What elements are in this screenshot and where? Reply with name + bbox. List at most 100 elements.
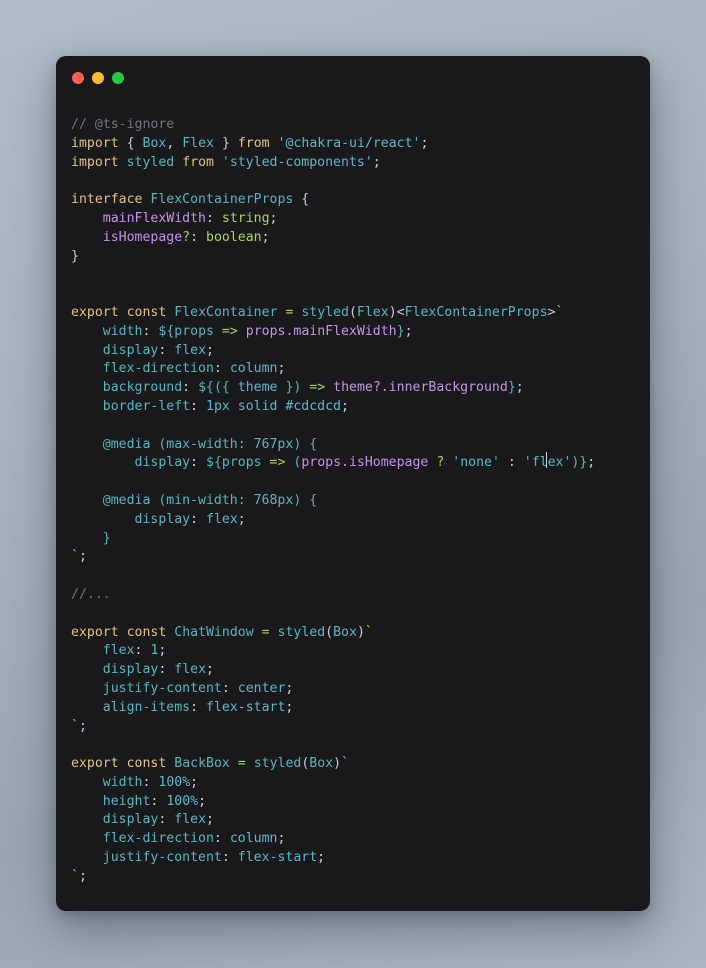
keyword-const: const (126, 756, 167, 772)
css-value-flex: flex (174, 662, 207, 678)
colon: : (158, 662, 167, 678)
semicolon: ; (237, 511, 246, 527)
semicolon: ; (285, 680, 294, 696)
string-flex-with-caret[interactable]: 'flex' (524, 452, 571, 473)
colon: : (182, 380, 191, 396)
css-property-height: height (102, 793, 151, 809)
media-query-min-width: @media (min-width: 768px) { (102, 492, 318, 508)
colon: : (221, 850, 230, 866)
template-expr-open: ${props (206, 455, 262, 471)
colon: : (190, 699, 199, 715)
colon: : (190, 455, 199, 471)
css-property-flex-direction: flex-direction (102, 831, 214, 847)
semicolon: ; (198, 793, 207, 809)
close-window-icon[interactable] (72, 72, 84, 84)
css-value-flex-start: flex-start (237, 850, 318, 866)
keyword-from: from (182, 154, 214, 170)
keyword-export: export (71, 756, 119, 772)
semicolon: ; (190, 774, 199, 790)
css-value-column: column (229, 361, 278, 377)
semicolon: ; (372, 154, 381, 170)
maximize-window-icon[interactable] (112, 72, 124, 84)
identifier-box: Box (309, 756, 334, 772)
brace-close: } (221, 135, 230, 151)
keyword-import: import (71, 135, 119, 151)
semicolon: ; (78, 868, 87, 884)
css-property-display: display (134, 455, 191, 471)
css-property-border-left: border-left (102, 398, 191, 414)
css-property-width: width (102, 774, 143, 790)
expr-theme-innerbackground: theme?.innerBackground (333, 380, 508, 396)
window-titlebar (56, 56, 650, 100)
traffic-light-buttons (72, 72, 124, 84)
brace-close: } (71, 248, 79, 264)
source-code-block[interactable]: // @ts-ignore import { Box, Flex } from … (71, 116, 636, 887)
template-expr-mid: }) (285, 380, 302, 396)
css-value-flex-start: flex-start (206, 699, 286, 715)
keyword-export: export (71, 624, 119, 640)
semicolon: ; (515, 380, 524, 396)
css-property-flex: flex (102, 643, 135, 659)
brace-close: } (102, 530, 111, 546)
identifier-flexcontainer: FlexContainer (174, 304, 278, 320)
css-property-align-items: align-items (102, 699, 191, 715)
semicolon: ; (261, 229, 270, 245)
property-mainflexwidth: mainFlexWidth (102, 210, 206, 226)
brace-open: { (301, 192, 310, 208)
property-ishomepage: isHomepage (102, 229, 183, 245)
identifier-styled: styled (253, 756, 302, 772)
string-none: 'none' (452, 455, 500, 471)
template-expr-open: ${({ (198, 380, 230, 396)
string-chakra-module: '@chakra-ui/react' (277, 135, 421, 151)
paren-open: ( (348, 304, 357, 320)
screenshot-stage: // @ts-ignore import { Box, Flex } from … (0, 0, 706, 968)
paren-close: ) (333, 756, 342, 772)
css-property-flex-direction: flex-direction (102, 361, 214, 377)
css-property-display: display (102, 662, 159, 678)
expr-props-mainflexwidth: props.mainFlexWidth (245, 323, 397, 339)
colon: : (158, 812, 167, 828)
backtick-close: ` (71, 549, 79, 565)
paren-open: ( (325, 624, 334, 640)
paren-close: ) (388, 304, 397, 320)
minimize-window-icon[interactable] (92, 72, 104, 84)
equals-sign: = (261, 624, 270, 640)
semicolon: ; (78, 718, 87, 734)
identifier-flex: Flex (182, 135, 214, 151)
css-property-background: background (102, 380, 183, 396)
identifier-backbox: BackBox (174, 756, 230, 772)
equals-sign: = (285, 304, 294, 320)
css-value-column: column (229, 831, 278, 847)
semicolon: ; (341, 398, 349, 414)
arrow-operator: => (309, 380, 326, 396)
colon: : (190, 229, 199, 245)
code-comment-ellipsis: //... (71, 586, 111, 602)
colon: : (205, 210, 214, 226)
semicolon: ; (78, 549, 87, 565)
paren-close: ) (356, 624, 365, 640)
code-content-area[interactable]: // @ts-ignore import { Box, Flex } from … (56, 100, 650, 911)
css-value-flex: flex (174, 342, 207, 358)
colon: : (190, 511, 199, 527)
identifier-styled: styled (301, 304, 349, 320)
css-value-100-percent: 100% (158, 774, 191, 790)
colon: : (158, 342, 167, 358)
colon: : (213, 361, 222, 377)
semicolon: ; (404, 323, 413, 339)
string-styled-components-module: 'styled-components' (221, 154, 373, 170)
css-property-justify-content: justify-content (102, 680, 222, 696)
keyword-export: export (71, 304, 119, 320)
code-editor-window: // @ts-ignore import { Box, Flex } from … (56, 56, 650, 911)
semicolon: ; (277, 361, 286, 377)
backtick-open: ` (341, 756, 350, 772)
identifier-flex: Flex (356, 304, 389, 320)
keyword-interface: interface (71, 192, 143, 208)
semicolon: ; (206, 662, 214, 678)
css-value-flex: flex (206, 511, 238, 527)
css-property-justify-content: justify-content (102, 850, 222, 866)
semicolon: ; (206, 342, 214, 358)
param-theme: theme (237, 380, 278, 396)
semicolon: ; (277, 831, 286, 847)
identifier-box: Box (333, 624, 357, 640)
semicolon: ; (285, 699, 294, 715)
